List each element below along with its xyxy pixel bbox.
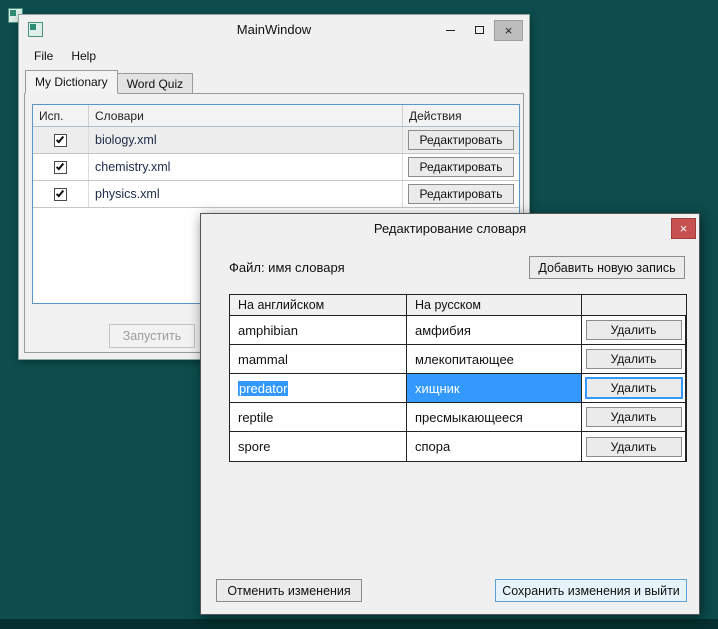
tab-my-dictionary[interactable]: My Dictionary xyxy=(25,70,118,94)
delete-button[interactable]: Удалить xyxy=(585,407,682,427)
menu-help[interactable]: Help xyxy=(62,47,105,65)
window-controls: × xyxy=(436,15,523,45)
russian-cell[interactable]: амфибия xyxy=(407,316,582,344)
table-row[interactable]: chemistry.xml Редактировать xyxy=(33,154,519,181)
cancel-changes-button[interactable]: Отменить изменения xyxy=(216,579,362,602)
russian-cell[interactable]: млекопитающее xyxy=(407,345,582,373)
english-cell-editor[interactable]: predator xyxy=(230,374,407,402)
close-button[interactable]: × xyxy=(494,19,523,41)
edit-button[interactable]: Редактировать xyxy=(408,130,514,150)
dictionary-file-name: biology.xml xyxy=(89,127,403,153)
file-name-label: Файл: имя словаря xyxy=(229,260,345,275)
dialog-titlebar[interactable]: Редактирование словаря × xyxy=(201,214,699,244)
table-row-selected[interactable]: predator хищник Удалить xyxy=(230,374,686,403)
english-cell[interactable]: reptile xyxy=(230,403,407,431)
delete-button[interactable]: Удалить xyxy=(585,436,682,457)
column-header-russian[interactable]: На русском xyxy=(407,295,582,315)
minimize-icon xyxy=(446,29,455,31)
russian-cell[interactable]: хищник xyxy=(407,374,582,402)
menu-file[interactable]: File xyxy=(25,47,62,65)
run-button[interactable]: Запустить xyxy=(109,324,195,348)
check-icon xyxy=(55,188,65,197)
main-window-titlebar[interactable]: MainWindow × xyxy=(19,15,529,45)
tab-word-quiz[interactable]: Word Quiz xyxy=(116,73,194,94)
table-row[interactable]: amphibian амфибия Удалить xyxy=(230,316,686,345)
table-row[interactable]: physics.xml Редактировать xyxy=(33,181,519,208)
column-header-actions[interactable]: Действия xyxy=(403,105,519,126)
delete-button[interactable]: Удалить xyxy=(585,349,682,369)
use-cell xyxy=(33,181,89,207)
dictionary-file-name: physics.xml xyxy=(89,181,403,207)
russian-cell[interactable]: спора xyxy=(407,432,582,461)
english-cell[interactable]: mammal xyxy=(230,345,407,373)
save-and-exit-button[interactable]: Сохранить изменения и выйти xyxy=(495,579,687,602)
english-cell[interactable]: spore xyxy=(230,432,407,461)
table-row[interactable]: biology.xml Редактировать xyxy=(33,127,519,154)
add-entry-button[interactable]: Добавить новую запись xyxy=(529,256,685,279)
edit-button[interactable]: Редактировать xyxy=(408,157,514,177)
column-header-english[interactable]: На английском xyxy=(230,295,407,315)
check-icon xyxy=(55,161,65,170)
edit-button[interactable]: Редактировать xyxy=(408,184,514,204)
column-header-use[interactable]: Исп. xyxy=(33,105,89,126)
app-icon-glyph xyxy=(28,22,43,37)
delete-button[interactable]: Удалить xyxy=(585,320,682,340)
delete-button[interactable]: Удалить xyxy=(585,378,682,398)
dialog-close-button[interactable]: × xyxy=(671,218,696,239)
use-cell xyxy=(33,154,89,180)
maximize-icon xyxy=(475,26,484,34)
column-header-actions[interactable] xyxy=(582,295,686,315)
table-header-row: На английском На русском xyxy=(230,295,686,316)
table-row[interactable]: spore спора Удалить xyxy=(230,432,686,461)
checkbox-checked[interactable] xyxy=(54,160,67,174)
table-header-row: Исп. Словари Действия xyxy=(33,105,519,127)
check-icon xyxy=(55,134,65,143)
edit-dictionary-dialog: Редактирование словаря × Файл: имя слова… xyxy=(200,213,700,615)
checkbox-checked[interactable] xyxy=(54,133,67,147)
tab-bar: My Dictionary Word Quiz xyxy=(25,70,194,94)
dictionary-file-name: chemistry.xml xyxy=(89,154,403,180)
column-header-dictionaries[interactable]: Словари xyxy=(89,105,403,126)
russian-cell[interactable]: пресмыкающееся xyxy=(407,403,582,431)
minimize-button[interactable] xyxy=(436,20,465,41)
maximize-button[interactable] xyxy=(465,20,494,41)
dialog-title: Редактирование словаря xyxy=(373,221,527,236)
english-cell[interactable]: amphibian xyxy=(230,316,407,344)
table-row[interactable]: reptile пресмыкающееся Удалить xyxy=(230,403,686,432)
use-cell xyxy=(33,127,89,153)
menu-bar: File Help xyxy=(19,45,529,67)
checkbox-checked[interactable] xyxy=(54,187,67,201)
table-row[interactable]: mammal млекопитающее Удалить xyxy=(230,345,686,374)
close-icon: × xyxy=(504,22,513,38)
app-icon xyxy=(28,22,43,37)
selected-text: predator xyxy=(238,380,289,396)
desktop: MainWindow × File Help My Dictionary Wor… xyxy=(0,0,718,629)
taskbar xyxy=(0,619,718,629)
close-icon: × xyxy=(679,221,688,236)
entries-table: На английском На русском amphibian амфиб… xyxy=(229,294,687,462)
